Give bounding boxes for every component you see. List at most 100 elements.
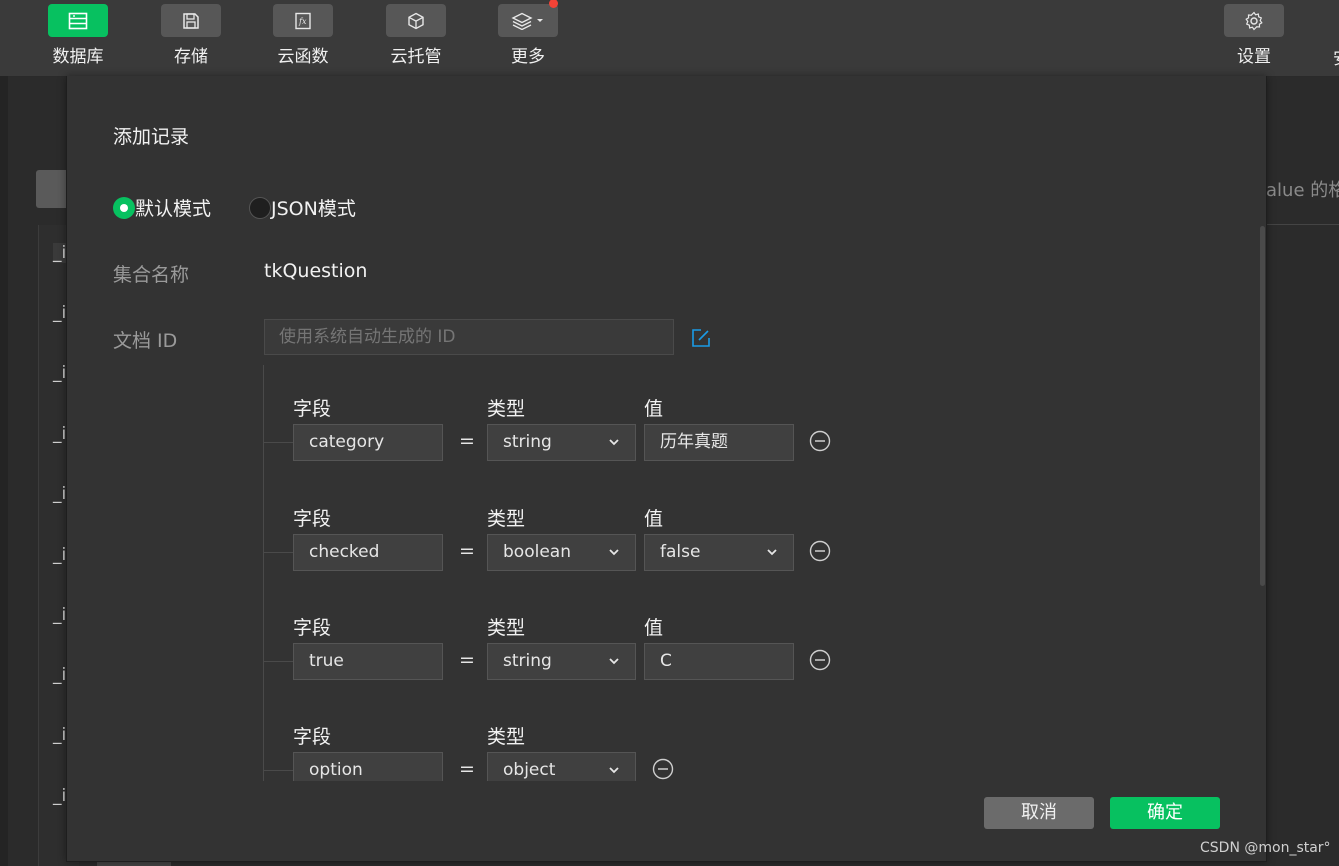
- value-select-value: false: [660, 542, 701, 562]
- doc-id-input[interactable]: [264, 319, 674, 355]
- value-header: 值: [644, 398, 664, 420]
- edit-icon[interactable]: [691, 328, 711, 348]
- toolbar-storage-label: 存储: [174, 47, 208, 67]
- toolbar-database-button[interactable]: 数据库: [46, 4, 110, 67]
- tree-branch: [263, 442, 293, 443]
- type-select[interactable]: string: [487, 424, 636, 461]
- top-toolbar: 数据库 存储 fx 云函数 云托管 更多 设置 安: [0, 0, 1339, 77]
- radio-unchecked-icon[interactable]: [249, 196, 272, 219]
- equals-sign: =: [459, 758, 475, 780]
- collection-name-label: 集合名称: [113, 264, 190, 286]
- list-item[interactable]: _i: [53, 605, 66, 625]
- field-row: 字段 类型 值 true = string C: [263, 585, 831, 685]
- list-item[interactable]: _i: [53, 484, 66, 504]
- field-header: 字段: [293, 398, 332, 420]
- chevron-down-icon: [609, 549, 619, 556]
- background-divider: [1266, 224, 1339, 225]
- cancel-button[interactable]: 取消: [984, 797, 1094, 829]
- background-left-strip: [0, 76, 8, 866]
- remove-field-icon[interactable]: [809, 430, 831, 452]
- toolbar-storage-button[interactable]: 存储: [159, 4, 223, 67]
- confirm-button[interactable]: 确定: [1110, 797, 1220, 829]
- toolbar-cloudfunction-label: 云函数: [277, 47, 329, 67]
- type-header: 类型: [487, 617, 526, 639]
- equals-sign: =: [459, 649, 475, 671]
- toolbar-cloudhosting-button[interactable]: 云托管: [384, 4, 448, 67]
- type-select-value: object: [503, 760, 556, 780]
- field-header: 字段: [293, 726, 332, 748]
- type-header: 类型: [487, 398, 526, 420]
- field-row: 字段 类型 option = object: [263, 694, 823, 781]
- list-item[interactable]: _i: [53, 545, 66, 565]
- mode-json-option[interactable]: JSON模式: [249, 194, 356, 221]
- save-icon: [161, 4, 221, 37]
- type-header: 类型: [487, 508, 526, 530]
- chevron-down-icon: [609, 439, 619, 446]
- toolbar-edge-label[interactable]: 安: [1333, 44, 1339, 69]
- field-name-input[interactable]: checked: [293, 534, 443, 571]
- field-name-input[interactable]: true: [293, 643, 443, 680]
- list-item[interactable]: _i: [53, 786, 66, 806]
- list-item[interactable]: _i: [53, 665, 66, 685]
- collection-name-value: tkQuestion: [264, 260, 368, 282]
- chevron-down-icon: [609, 658, 619, 665]
- toolbar-settings-label: 设置: [1237, 47, 1271, 67]
- dialog-title: 添加记录: [113, 126, 190, 148]
- field-row: 字段 类型 值 category = string 历年真题: [263, 366, 831, 466]
- field-name-input[interactable]: option: [293, 752, 443, 781]
- doc-id-label: 文档 ID: [113, 330, 178, 352]
- function-icon: fx: [273, 4, 333, 37]
- svg-text:fx: fx: [298, 17, 307, 26]
- type-select-value: boolean: [503, 542, 571, 562]
- tree-branch: [263, 770, 293, 771]
- list-item[interactable]: _i: [53, 243, 67, 263]
- field-header: 字段: [293, 508, 332, 530]
- value-input[interactable]: C: [644, 643, 794, 680]
- list-item[interactable]: _i: [53, 725, 66, 745]
- chevron-down-icon: [609, 767, 619, 774]
- type-select-value: string: [503, 651, 552, 671]
- toolbar-cloudfunction-button[interactable]: fx 云函数: [271, 4, 335, 67]
- type-select-value: string: [503, 432, 552, 452]
- background-search-input[interactable]: alue 的格: [1266, 176, 1339, 202]
- database-icon: [48, 4, 108, 37]
- radio-checked-icon[interactable]: [113, 196, 135, 219]
- remove-field-icon[interactable]: [809, 540, 831, 562]
- add-record-dialog: 添加记录 默认模式 JSON模式 集合名称 tkQuestion 文档 ID 字…: [66, 76, 1267, 862]
- toolbar-database-label: 数据库: [52, 47, 104, 67]
- mode-default-option[interactable]: 默认模式: [113, 194, 211, 221]
- mode-default-label: 默认模式: [135, 198, 212, 220]
- tree-branch: [263, 552, 293, 553]
- chevron-down-icon: [767, 549, 777, 556]
- list-item[interactable]: _i: [53, 303, 66, 323]
- value-select[interactable]: false: [644, 534, 794, 571]
- layers-icon: [498, 0, 558, 37]
- value-input[interactable]: 历年真题: [644, 424, 794, 461]
- dialog-scroll-area: 添加记录 默认模式 JSON模式 集合名称 tkQuestion 文档 ID 字…: [67, 76, 1266, 781]
- toolbar-more-button[interactable]: 更多: [496, 0, 560, 67]
- remove-field-icon[interactable]: [652, 758, 674, 780]
- gear-icon: [1224, 4, 1284, 37]
- toolbar-settings-button[interactable]: 设置: [1222, 4, 1286, 67]
- value-header: 值: [644, 617, 664, 639]
- watermark: CSDN @mon_star°: [1200, 840, 1331, 856]
- value-header: 值: [644, 508, 664, 530]
- type-select[interactable]: boolean: [487, 534, 636, 571]
- mode-json-label: JSON模式: [271, 198, 356, 220]
- type-header: 类型: [487, 726, 526, 748]
- dialog-scrollbar[interactable]: [1260, 226, 1265, 586]
- field-header: 字段: [293, 617, 332, 639]
- list-item[interactable]: _i: [53, 363, 66, 383]
- toolbar-cloudhosting-label: 云托管: [390, 47, 442, 67]
- equals-sign: =: [459, 430, 475, 452]
- field-name-input[interactable]: category: [293, 424, 443, 461]
- type-select[interactable]: object: [487, 752, 636, 781]
- field-row: 字段 类型 值 checked = boolean false: [263, 476, 831, 576]
- list-item[interactable]: _i: [53, 424, 66, 444]
- notification-dot: [549, 0, 558, 8]
- cube-icon: [386, 4, 446, 37]
- tree-branch: [263, 661, 293, 662]
- toolbar-more-label: 更多: [511, 47, 545, 67]
- remove-field-icon[interactable]: [809, 649, 831, 671]
- type-select[interactable]: string: [487, 643, 636, 680]
